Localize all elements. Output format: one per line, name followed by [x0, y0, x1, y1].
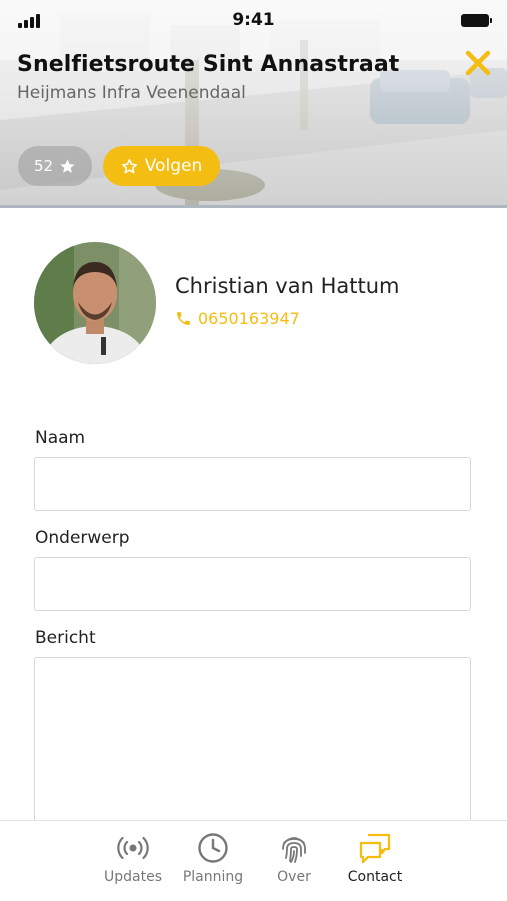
tab-planning-label: Planning: [182, 869, 244, 885]
phone-icon: [177, 312, 190, 325]
page-subtitle: Heijmans Infra Veenendaal: [17, 83, 246, 103]
tab-planning[interactable]: Planning: [168, 831, 258, 885]
avatar: [34, 242, 156, 364]
tab-contact-label: Contact: [347, 869, 403, 885]
avatar-image: [34, 242, 156, 364]
rating-badge: 52: [18, 146, 92, 186]
tab-updates-label: Updates: [104, 869, 162, 885]
clock-icon: [198, 833, 228, 863]
tab-bar: Updates Planning Over Contact: [0, 820, 507, 901]
name-label: Naam: [35, 428, 86, 448]
tab-contact[interactable]: Contact: [330, 831, 420, 885]
page-title: Snelfietsroute Sint Annastraat: [17, 52, 400, 77]
contact-phone-number: 0650163947: [198, 309, 300, 328]
close-icon: [465, 50, 491, 76]
tab-over[interactable]: Over: [249, 831, 339, 885]
name-field[interactable]: [34, 457, 471, 511]
tab-over-label: Over: [277, 869, 311, 885]
chat-icon: [359, 833, 391, 864]
rating-count: 52: [33, 157, 54, 175]
status-time: 9:41: [232, 10, 275, 30]
follow-button[interactable]: Volgen: [103, 146, 220, 186]
star-icon: [60, 158, 75, 173]
battery-icon: [461, 14, 492, 27]
project-header: 9:41 Snelfietsroute Sint Annastraat Heij…: [0, 0, 507, 208]
status-bar: 9:41: [0, 0, 507, 44]
tab-updates[interactable]: Updates: [88, 831, 178, 885]
close-button[interactable]: [463, 48, 493, 78]
fingerprint-icon: [282, 837, 306, 863]
subject-label: Onderwerp: [35, 528, 130, 548]
message-label: Bericht: [35, 628, 96, 648]
message-field[interactable]: [34, 657, 471, 837]
star-outline-icon: [121, 158, 137, 173]
contact-phone-link[interactable]: 0650163947: [175, 309, 300, 328]
header-divider: [0, 205, 507, 208]
subject-field[interactable]: [34, 557, 471, 611]
contact-name: Christian van Hattum: [175, 274, 400, 298]
broadcast-icon: [117, 836, 149, 860]
follow-label: Volgen: [144, 156, 203, 176]
